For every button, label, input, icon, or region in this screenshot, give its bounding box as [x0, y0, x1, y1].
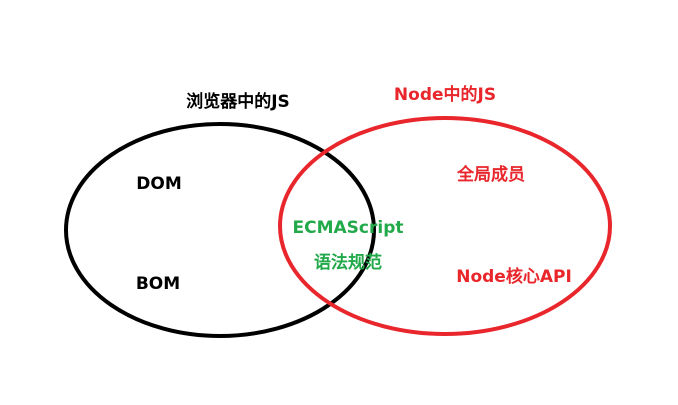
left-item-bom: BOM [136, 274, 180, 294]
intersection-item-ecmascript: ECMAScript [293, 218, 404, 238]
left-set-title: 浏览器中的JS [186, 91, 290, 112]
venn-diagram: 浏览器中的JS Node中的JS DOM BOM ECMAScript 语法规范… [64, 84, 612, 338]
intersection-item-syntax: 语法规范 [314, 252, 382, 273]
right-set-title: Node中的JS [394, 84, 496, 105]
right-item-node-core-api: Node核心API [456, 266, 572, 287]
right-item-global-members: 全局成员 [456, 164, 525, 185]
left-item-dom: DOM [136, 174, 181, 194]
